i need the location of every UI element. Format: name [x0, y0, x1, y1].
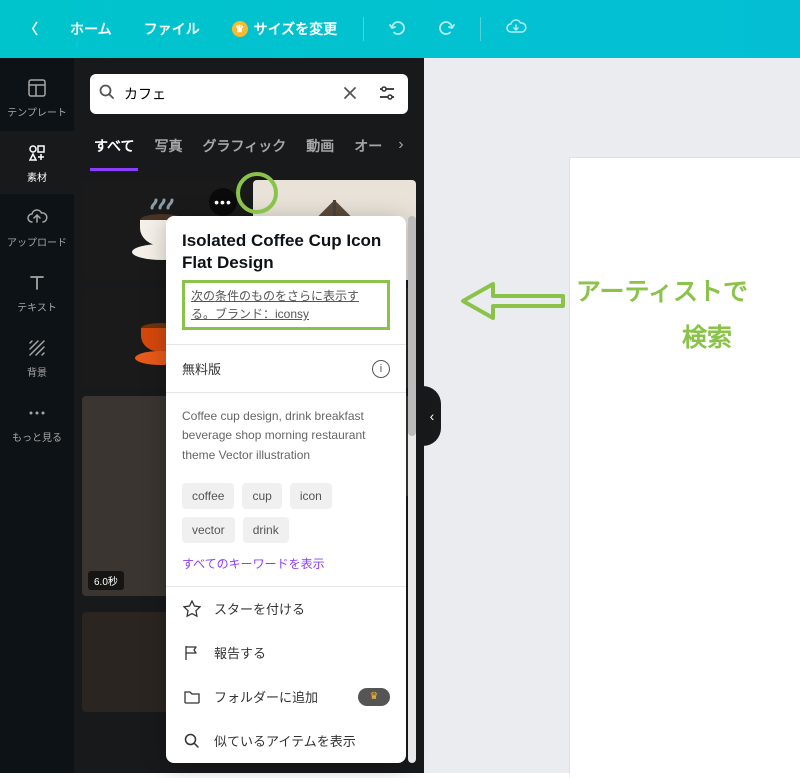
tab-videos[interactable]: 動画: [302, 126, 338, 171]
tab-photos[interactable]: 写真: [150, 126, 186, 171]
plan-label: 無料版: [182, 359, 221, 378]
tab-all[interactable]: すべて: [90, 126, 138, 171]
sidebar-item-label: 素材: [27, 169, 47, 184]
sidebar-item-elements[interactable]: 素材: [0, 131, 74, 194]
keyword-tag[interactable]: cup: [242, 483, 281, 509]
sidebar-item-uploads[interactable]: アップロード: [0, 196, 74, 259]
action-label: 似ているアイテムを表示: [214, 731, 390, 750]
redo-icon: [436, 18, 456, 38]
undo-icon: [388, 18, 408, 38]
report-action[interactable]: 報告する: [166, 631, 406, 675]
artist-link[interactable]: 次の条件のものをさらに表示する。ブランド：iconsy: [191, 287, 381, 323]
keyword-tag[interactable]: vector: [182, 517, 235, 543]
text-icon: [25, 271, 49, 295]
home-button[interactable]: ホーム: [58, 11, 124, 47]
search-icon: [182, 731, 202, 751]
filter-button[interactable]: [374, 80, 400, 109]
popover-title: Isolated Coffee Cup Icon Flat Design: [182, 230, 390, 274]
cloud-icon: [505, 17, 527, 39]
sidebar: テンプレート 素材 アップロード テキスト 背景 もっと見る: [0, 58, 74, 773]
item-more-button[interactable]: •••: [209, 188, 237, 216]
file-button[interactable]: ファイル: [132, 11, 212, 47]
resize-label: サイズを変更: [254, 19, 338, 39]
keyword-tag[interactable]: icon: [290, 483, 332, 509]
redo-button[interactable]: [426, 10, 466, 49]
cloud-sync-button[interactable]: [495, 9, 537, 50]
tabs-scroll-right[interactable]: ›: [398, 126, 403, 171]
resize-button[interactable]: ♛ サイズを変更: [220, 11, 350, 47]
action-label: フォルダーに追加: [214, 687, 346, 706]
crown-icon: ♛: [232, 21, 248, 37]
star-action[interactable]: スターを付ける: [166, 587, 406, 631]
sidebar-item-background[interactable]: 背景: [0, 326, 74, 389]
sidebar-item-label: もっと見る: [12, 429, 62, 444]
tab-audio[interactable]: オー: [350, 126, 386, 171]
item-description: Coffee cup design, drink breakfast bever…: [182, 407, 390, 465]
action-label: 報告する: [214, 643, 390, 662]
close-icon: [342, 85, 358, 101]
sidebar-item-label: 背景: [27, 364, 47, 379]
sidebar-item-label: テンプレート: [7, 104, 67, 119]
popover-scrollbar[interactable]: [406, 216, 418, 763]
chevron-left-icon: 〈: [24, 19, 38, 39]
sidebar-item-templates[interactable]: テンプレート: [0, 66, 74, 129]
search-icon: [98, 83, 116, 106]
divider: [363, 17, 364, 41]
duration-badge: 6.0秒: [88, 571, 124, 590]
star-icon: [182, 599, 202, 619]
item-details-popover: Isolated Coffee Cup Icon Flat Design 次の条…: [166, 216, 406, 763]
clear-search-button[interactable]: [338, 81, 362, 108]
keyword-tag[interactable]: drink: [243, 517, 289, 543]
top-toolbar: 〈 ホーム ファイル ♛ サイズを変更: [0, 0, 800, 58]
flag-icon: [182, 643, 202, 663]
template-icon: [25, 76, 49, 100]
divider: [480, 17, 481, 41]
panel-collapse-button[interactable]: [423, 386, 441, 446]
sidebar-item-label: テキスト: [17, 299, 57, 314]
category-tabs: すべて 写真 グラフィック 動画 オー ›: [74, 126, 424, 172]
folder-icon: [182, 687, 202, 707]
sidebar-item-label: アップロード: [7, 234, 67, 249]
tab-graphics[interactable]: グラフィック: [198, 126, 290, 171]
premium-badge: ♛: [358, 688, 390, 706]
info-icon[interactable]: i: [372, 360, 390, 378]
elements-icon: [25, 141, 49, 165]
upload-icon: [25, 206, 49, 230]
crown-icon: ♛: [370, 691, 379, 702]
sidebar-item-more[interactable]: もっと見る: [0, 391, 74, 454]
keyword-tag[interactable]: coffee: [182, 483, 234, 509]
canvas-area[interactable]: [424, 58, 800, 773]
back-button[interactable]: 〈: [12, 11, 50, 47]
canvas-page[interactable]: [570, 158, 800, 778]
undo-button[interactable]: [378, 10, 418, 49]
more-icon: [25, 401, 49, 425]
sidebar-item-text[interactable]: テキスト: [0, 261, 74, 324]
background-icon: [25, 336, 49, 360]
folder-action[interactable]: フォルダーに追加 ♛: [166, 675, 406, 719]
filter-icon: [378, 84, 396, 102]
search-box: [90, 74, 408, 114]
similar-action[interactable]: 似ているアイテムを表示: [166, 719, 406, 763]
search-input[interactable]: [124, 86, 330, 102]
show-all-keywords-link[interactable]: すべてのキーワードを表示: [182, 555, 390, 572]
action-label: スターを付ける: [214, 599, 390, 618]
